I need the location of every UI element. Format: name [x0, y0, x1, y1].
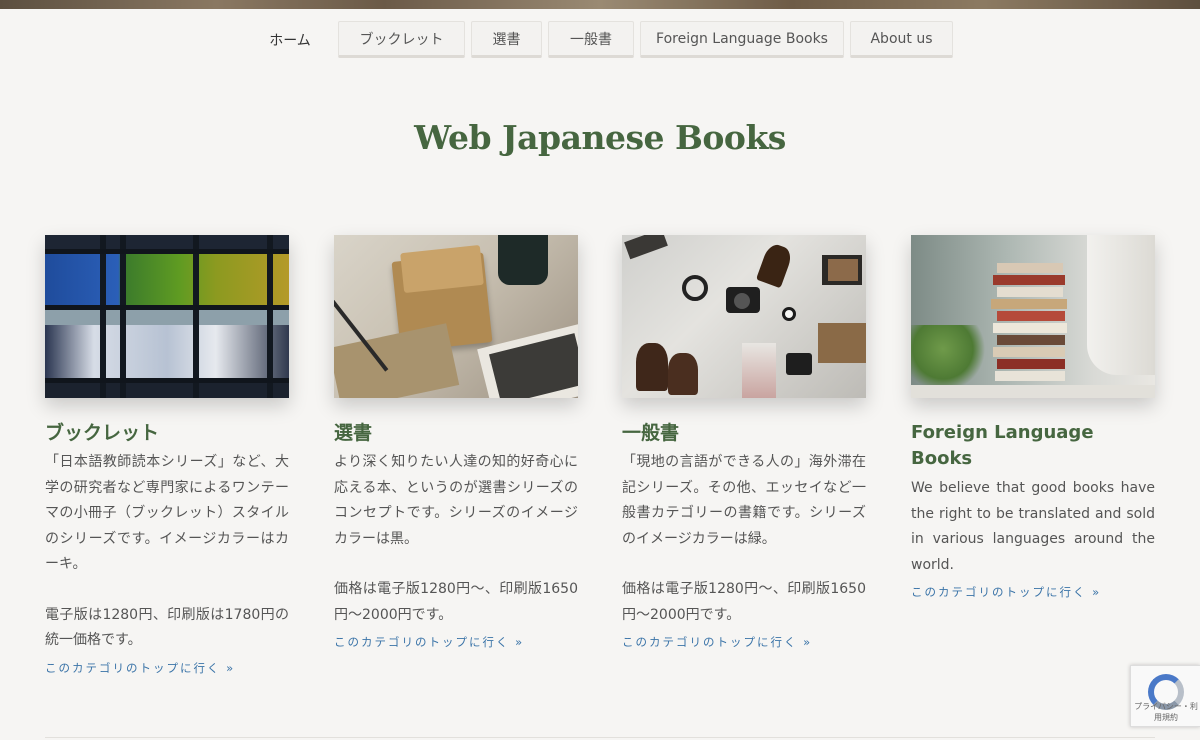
- recaptcha-text[interactable]: プライバシー・利用規約: [1131, 701, 1200, 723]
- nav-item-label: ブックレット: [359, 31, 444, 48]
- card-title[interactable]: ブックレット: [45, 420, 289, 446]
- card-paragraph: 「日本語教師読本シリーズ」など、大学の研究者など専門家によるワンテーマの小冊子（…: [45, 454, 289, 572]
- main-nav: ホーム ブックレット 選書 一般書 Foreign Language Books…: [0, 21, 1200, 59]
- card-description: より深く知りたい人達の知的好奇心に応える本、というのが選書シリーズのコンセプトで…: [334, 450, 578, 628]
- foreign-language-books-thumbnail[interactable]: [911, 235, 1155, 398]
- site-title: Web Japanese Books: [414, 118, 786, 157]
- nav-item-label: 一般書: [570, 31, 612, 48]
- nav-item-label: About us: [870, 30, 933, 47]
- nav-item-home[interactable]: ホーム: [255, 21, 325, 58]
- category-top-link[interactable]: このカテゴリのトップに行く »: [334, 634, 578, 650]
- category-card-booklet: ブックレット 「日本語教師読本シリーズ」など、大学の研究者など専門家によるワンテ…: [45, 235, 289, 676]
- card-title[interactable]: 一般書: [622, 420, 866, 446]
- card-description: 「現地の言語ができる人の」海外滞在記シリーズ。その他、エッセイなど一般書カテゴリ…: [622, 450, 866, 628]
- category-card-selected-books: 選書 より深く知りたい人達の知的好奇心に応える本、というのが選書シリーズのコンセ…: [334, 235, 578, 650]
- recaptcha-badge[interactable]: プライバシー・利用規約: [1130, 665, 1200, 727]
- nav-item-label: 選書: [492, 31, 521, 48]
- category-top-link[interactable]: このカテゴリのトップに行く »: [911, 584, 1155, 600]
- selected-books-thumbnail[interactable]: [334, 235, 578, 398]
- general-books-thumbnail[interactable]: [622, 235, 866, 398]
- card-paragraph: 「現地の言語ができる人の」海外滞在記シリーズ。その他、エッセイなど一般書カテゴリ…: [622, 454, 866, 547]
- card-paragraph: We believe that good books have the righ…: [911, 480, 1155, 573]
- card-paragraph: より深く知りたい人達の知的好奇心に応える本、というのが選書シリーズのコンセプトで…: [334, 454, 578, 547]
- category-top-link[interactable]: このカテゴリのトップに行く »: [45, 660, 289, 676]
- category-card-foreign-language-books: Foreign Language Books We believe that g…: [911, 235, 1155, 600]
- category-card-general-books: 一般書 「現地の言語ができる人の」海外滞在記シリーズ。その他、エッセイなど一般書…: [622, 235, 866, 650]
- nav-item-label: Foreign Language Books: [656, 30, 828, 47]
- divider: [45, 737, 1155, 738]
- card-paragraph: 価格は電子版1280円～、印刷版1650円～2000円です。: [334, 581, 578, 623]
- card-title[interactable]: Foreign Language Books: [911, 420, 1155, 472]
- nav-item-booklet[interactable]: ブックレット: [338, 21, 465, 58]
- category-top-link[interactable]: このカテゴリのトップに行く »: [622, 634, 866, 650]
- card-title[interactable]: 選書: [334, 420, 578, 446]
- card-description: 「日本語教師読本シリーズ」など、大学の研究者など専門家によるワンテーマの小冊子（…: [45, 450, 289, 654]
- card-paragraph: 価格は電子版1280円～、印刷版1650円～2000円です。: [622, 581, 866, 623]
- nav-item-selected-books[interactable]: 選書: [471, 21, 542, 58]
- header-image-strip: [0, 0, 1200, 9]
- card-paragraph: 電子版は1280円、印刷版は1780円の統一価格です。: [45, 606, 289, 649]
- nav-item-general-books[interactable]: 一般書: [548, 21, 634, 58]
- nav-item-foreign-language-books[interactable]: Foreign Language Books: [640, 21, 844, 58]
- card-description: We believe that good books have the righ…: [911, 476, 1155, 578]
- nav-item-label: ホーム: [269, 32, 311, 49]
- booklet-thumbnail[interactable]: [45, 235, 289, 398]
- nav-item-about-us[interactable]: About us: [850, 21, 953, 58]
